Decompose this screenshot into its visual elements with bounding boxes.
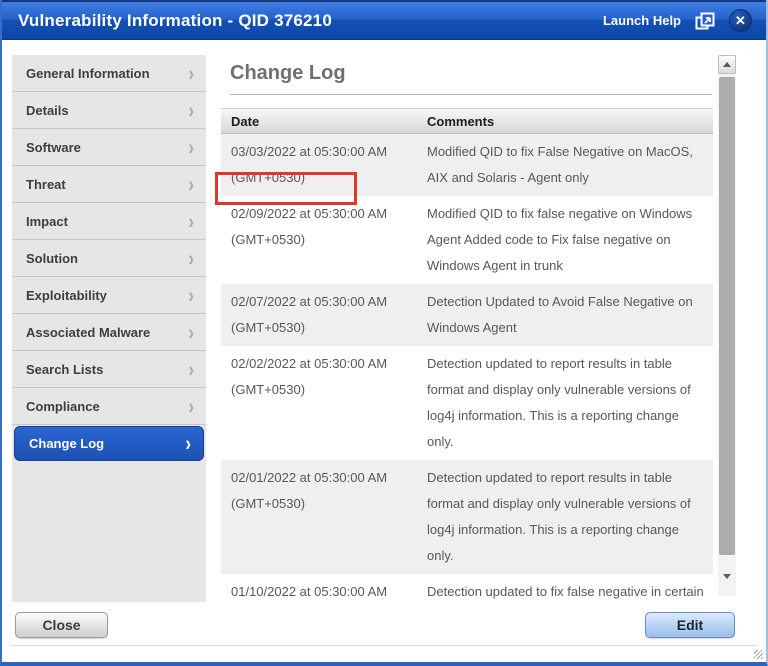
table-row: 02/02/2022 at 05:30:00 AM (GMT+0530) Detec… — [221, 346, 713, 460]
dialog-body: General Information › Details › Software › Thr… — [2, 41, 766, 662]
date-timezone: (GMT+0530) — [231, 170, 306, 185]
popout-window-icon[interactable] — [695, 12, 715, 30]
sidebar-nav: General Information › Details › Software › Thr… — [12, 55, 206, 603]
sidebar-item-label: Threat — [26, 176, 66, 192]
comment-cell: Modified QID to fix False Negative on Ma… — [427, 144, 693, 185]
changelog-panel: Change Log Date Comments 03/03/2022 at 0… — [212, 41, 742, 662]
chevron-right-icon: › — [188, 135, 194, 159]
chevron-right-icon: › — [188, 357, 194, 381]
sidebar-item-compliance[interactable]: Compliance › — [12, 388, 206, 425]
sidebar-item-label: Solution — [26, 250, 78, 266]
date-timezone: (GMT+0530) — [231, 382, 306, 397]
sidebar-item-exploitability[interactable]: Exploitability › — [12, 277, 206, 314]
sidebar-item-label: Associated Malware — [26, 324, 151, 340]
chevron-right-icon: › — [188, 320, 194, 344]
sidebar-item-change-log[interactable]: Change Log › — [14, 426, 204, 461]
date-value: 02/09/2022 at 05:30:00 AM — [231, 206, 388, 221]
chevron-right-icon: › — [188, 283, 194, 307]
comment-cell: Modified QID to fix false negative on Wi… — [427, 206, 693, 273]
titlebar-actions: Launch Help ✕ — [603, 9, 766, 32]
sidebar-item-label: Exploitability — [26, 287, 107, 303]
chevron-right-icon: › — [188, 209, 194, 233]
sidebar-item-label: Details — [26, 102, 69, 118]
date-timezone: (GMT+0530) — [231, 232, 306, 247]
sidebar-item-impact[interactable]: Impact › — [12, 203, 206, 240]
comment-cell: Detection Updated to Avoid False Negativ… — [427, 294, 693, 335]
date-value: 03/03/2022 at 05:30:00 AM — [231, 144, 388, 159]
scroll-down-arrow-icon[interactable] — [718, 567, 736, 586]
comment-cell: Detection updated to report results in t… — [427, 356, 691, 449]
chevron-right-icon: › — [188, 246, 194, 270]
changelog-table-body: 03/03/2022 at 05:30:00 AM (GMT+0530) Modif… — [221, 134, 713, 662]
date-cell: 03/03/2022 at 05:30:00 AM (GMT+0530) — [221, 134, 417, 196]
launch-help-link[interactable]: Launch Help — [603, 13, 681, 28]
table-row: 02/09/2022 at 05:30:00 AM (GMT+0530) Modif… — [221, 196, 713, 284]
sidebar-item-label: Compliance — [26, 398, 100, 414]
sidebar-item-label: Impact — [26, 213, 68, 229]
chevron-right-icon: › — [188, 61, 194, 85]
chevron-right-icon: › — [188, 394, 194, 418]
sidebar-item-label: Search Lists — [26, 361, 104, 377]
chevron-right-icon: › — [185, 431, 191, 456]
sidebar-item-associated-malware[interactable]: Associated Malware › — [12, 314, 206, 351]
column-header-comments[interactable]: Comments — [417, 114, 713, 129]
sidebar-item-general-information[interactable]: General Information › — [12, 55, 206, 92]
vertical-scrollbar[interactable] — [718, 55, 736, 596]
sidebar-item-label: Change Log — [29, 436, 105, 451]
page-title: Change Log — [230, 62, 712, 95]
date-cell: 02/01/2022 at 05:30:00 AM (GMT+0530) — [221, 460, 417, 574]
date-value: 02/02/2022 at 05:30:00 AM — [231, 356, 388, 371]
comment-cell: Detection updated to report results in t… — [427, 470, 691, 563]
vulnerability-information-dialog: Vulnerability Information - QID 376210 L… — [0, 0, 768, 666]
column-header-date[interactable]: Date — [221, 114, 417, 129]
sidebar-item-search-lists[interactable]: Search Lists › — [12, 351, 206, 388]
date-value: 02/01/2022 at 05:30:00 AM — [231, 470, 388, 485]
dialog-footer: Close Edit — [2, 602, 766, 662]
footer-divider — [10, 645, 758, 646]
resize-grip[interactable] — [754, 650, 763, 659]
table-row: 02/01/2022 at 05:30:00 AM (GMT+0530) Detec… — [221, 460, 713, 574]
sidebar-item-label: General Information — [26, 65, 150, 81]
date-cell: 02/07/2022 at 05:30:00 AM (GMT+0530) — [221, 284, 417, 346]
table-row: 02/07/2022 at 05:30:00 AM (GMT+0530) Detec… — [221, 284, 713, 346]
chevron-right-icon: › — [188, 98, 194, 122]
sidebar-item-solution[interactable]: Solution › — [12, 240, 206, 277]
sidebar-item-details[interactable]: Details › — [12, 92, 206, 129]
close-icon[interactable]: ✕ — [729, 9, 752, 32]
sidebar-item-software[interactable]: Software › — [12, 129, 206, 166]
dialog-title: Vulnerability Information - QID 376210 — [18, 10, 332, 30]
scroll-up-arrow-icon[interactable] — [718, 55, 736, 74]
date-cell: 02/09/2022 at 05:30:00 AM (GMT+0530) — [221, 196, 417, 284]
table-header-row: Date Comments — [221, 108, 713, 134]
dialog-titlebar: Vulnerability Information - QID 376210 L… — [2, 0, 766, 40]
sidebar-item-threat[interactable]: Threat › — [12, 166, 206, 203]
close-button[interactable]: Close — [15, 612, 108, 638]
chevron-right-icon: › — [188, 172, 194, 196]
edit-button[interactable]: Edit — [645, 612, 735, 638]
date-timezone: (GMT+0530) — [231, 320, 306, 335]
scrollbar-thumb[interactable] — [719, 77, 735, 555]
date-cell: 02/02/2022 at 05:30:00 AM (GMT+0530) — [221, 346, 417, 460]
date-timezone: (GMT+0530) — [231, 496, 306, 511]
date-value: 02/07/2022 at 05:30:00 AM — [231, 294, 388, 309]
sidebar-item-label: Software — [26, 139, 81, 155]
changelog-table: Date Comments 03/03/2022 at 05:30:00 AM (… — [215, 108, 713, 662]
table-row: 03/03/2022 at 05:30:00 AM (GMT+0530) Modif… — [221, 134, 713, 196]
